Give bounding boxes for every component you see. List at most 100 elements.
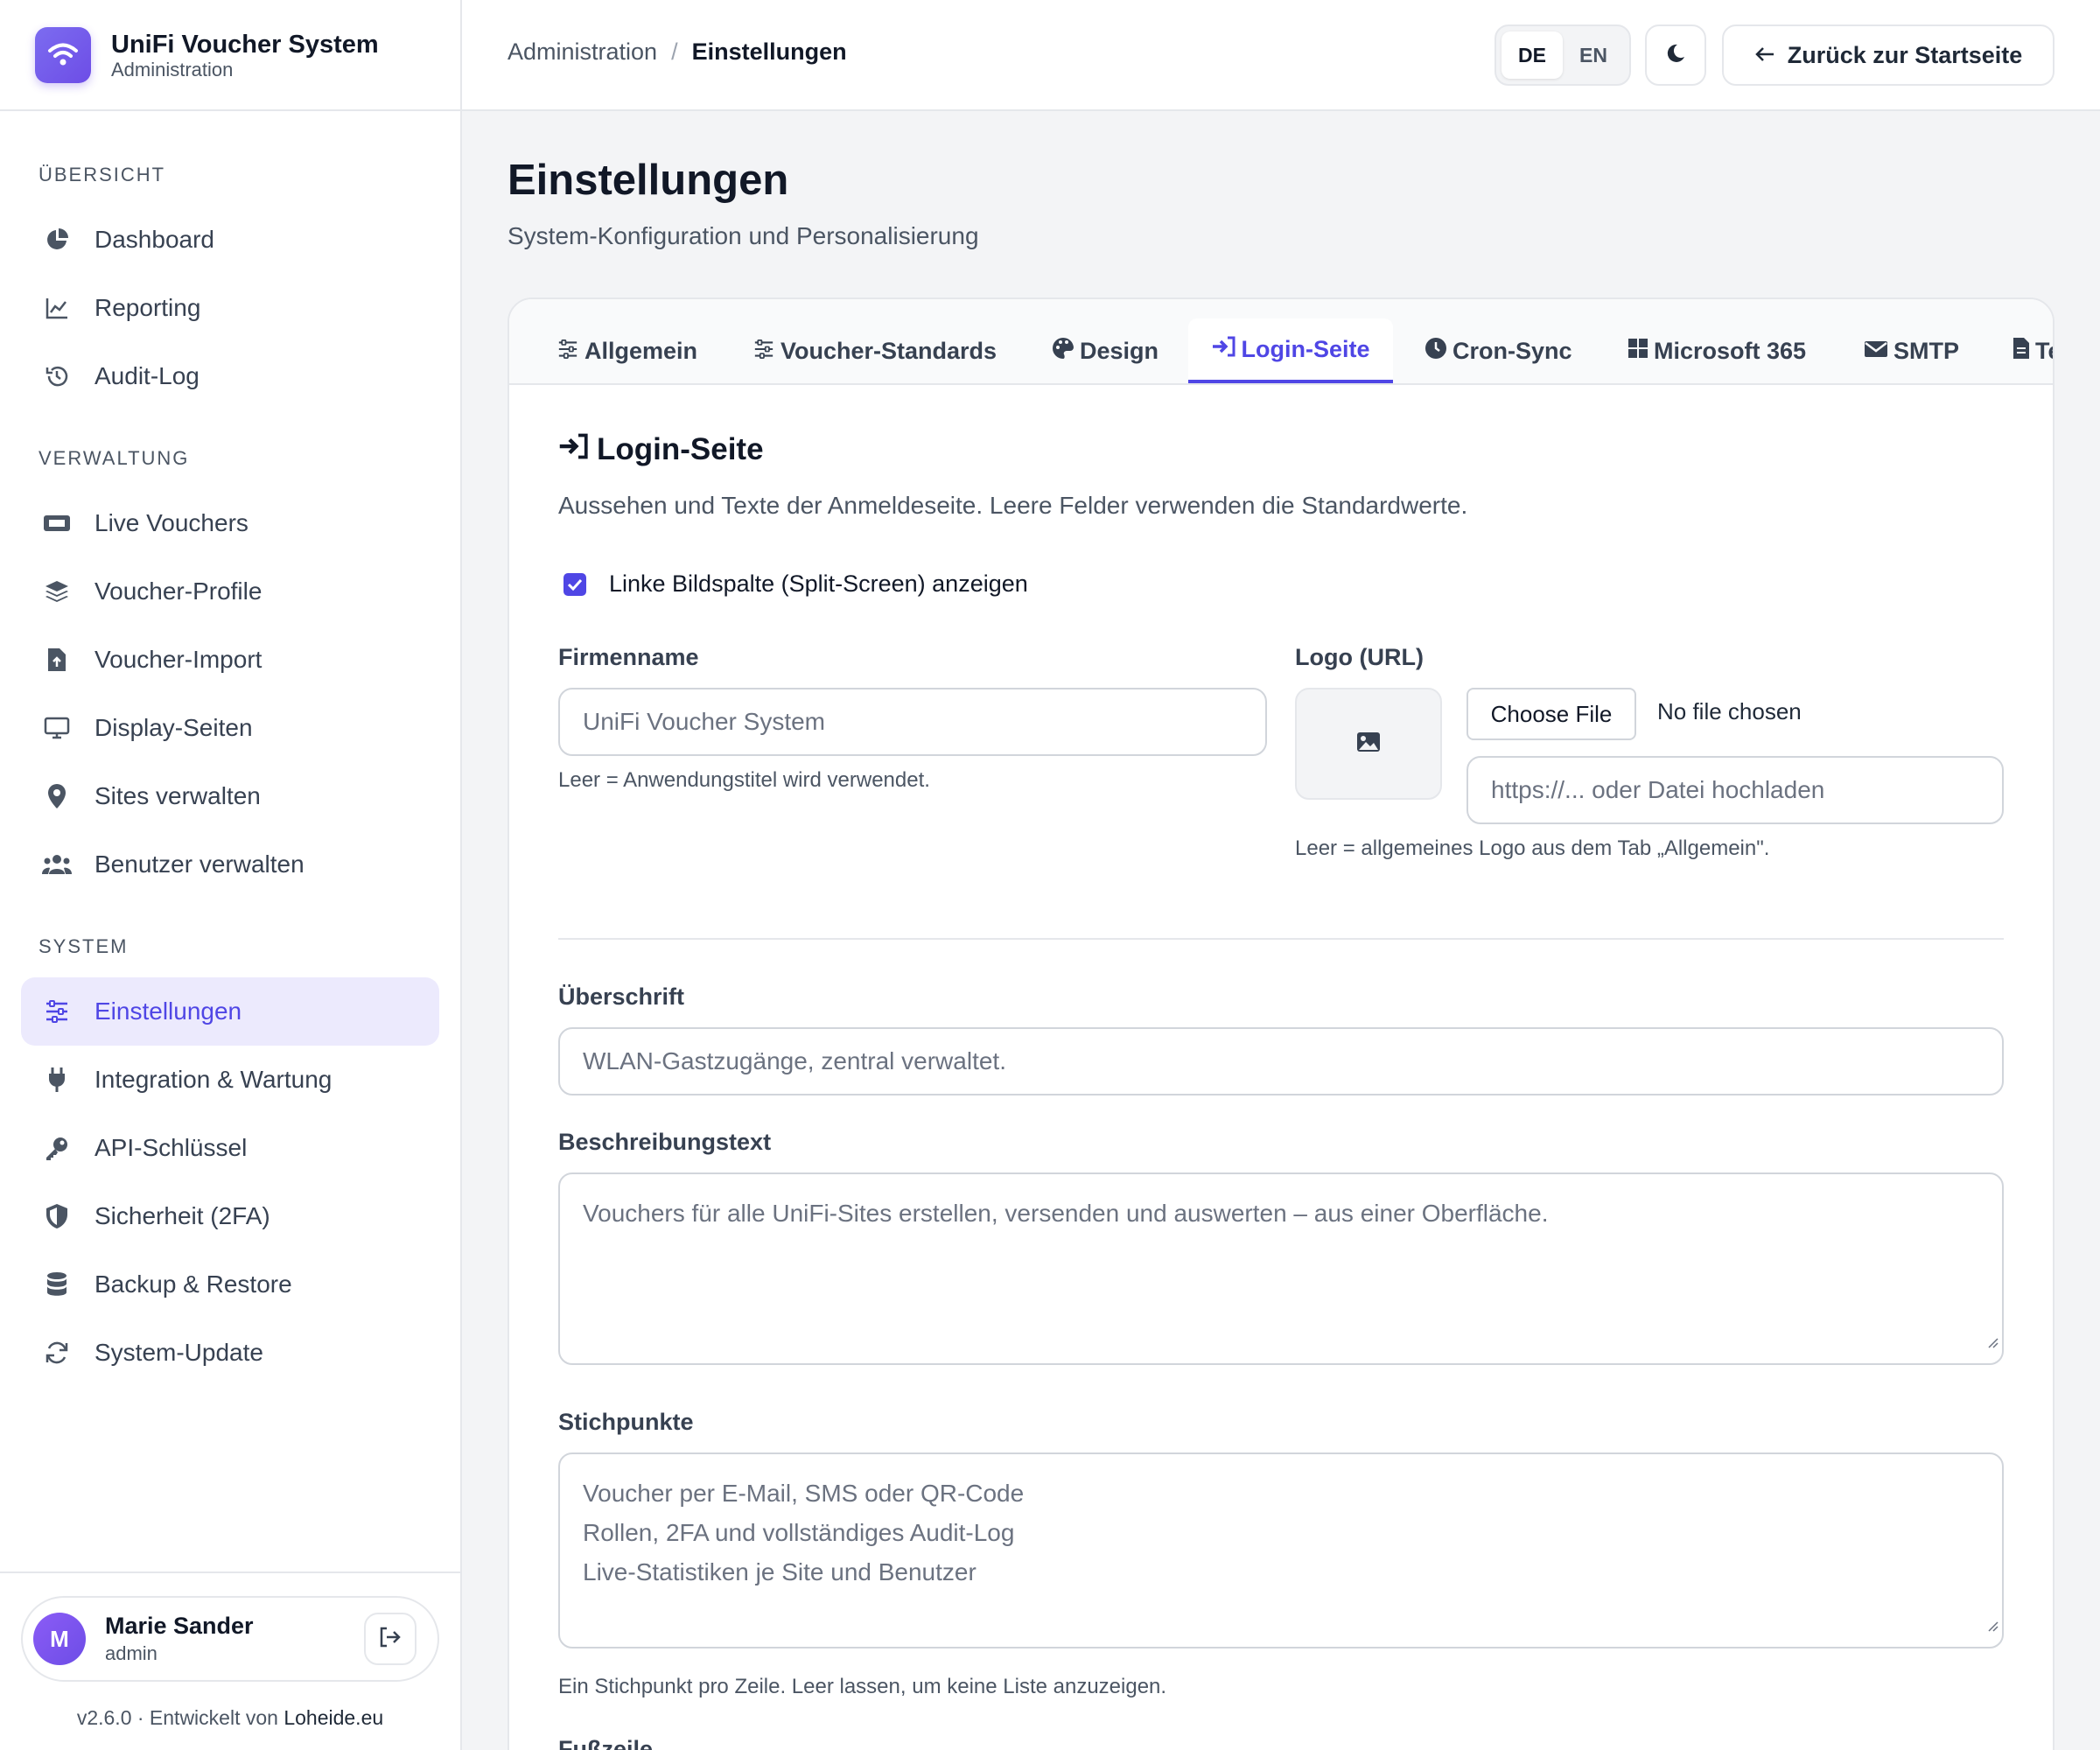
settings-card: Allgemein Voucher-Standards Design Login… xyxy=(508,298,2054,1750)
language-switcher: DE EN xyxy=(1494,24,1631,86)
tab-smtp[interactable]: SMTP xyxy=(1864,318,1959,383)
logout-button[interactable] xyxy=(364,1613,416,1665)
section-title: Login-Seite xyxy=(558,432,764,467)
sliders-icon xyxy=(556,338,584,365)
sidebar-item-label: Benutzer verwalten xyxy=(94,850,304,878)
nav-section-title: VERWALTUNG xyxy=(38,447,190,469)
developer-link[interactable]: Loheide.eu xyxy=(284,1706,383,1729)
logout-icon xyxy=(379,1627,402,1652)
shield-icon xyxy=(42,1201,72,1231)
sidebar-item-label: Sites verwalten xyxy=(94,782,261,809)
sidebar-item-system-update[interactable]: System-Update xyxy=(21,1319,439,1387)
sidebar-item-users[interactable]: Benutzer verwalten xyxy=(21,830,439,899)
file-status: No file chosen xyxy=(1657,698,1802,724)
language-en-button[interactable]: EN xyxy=(1563,32,1624,79)
resize-handle-icon[interactable] xyxy=(1986,1320,1998,1360)
version-line: v2.6.0 · Entwickelt von Loheide.eu xyxy=(0,1706,460,1730)
tab-design[interactable]: Design xyxy=(1052,318,1158,383)
file-icon xyxy=(2012,337,2035,366)
back-to-home-button[interactable]: Zurück zur Startseite xyxy=(1722,24,2054,86)
sliders-icon xyxy=(752,338,780,365)
map-pin-icon xyxy=(42,781,72,811)
tab-login-seite[interactable]: Login-Seite xyxy=(1188,318,1393,383)
tab-voucher-standards[interactable]: Voucher-Standards xyxy=(752,318,997,383)
key-icon xyxy=(42,1133,72,1163)
sidebar-item-label: Live Vouchers xyxy=(94,509,248,536)
tab-label: Microsoft 365 xyxy=(1654,337,1807,364)
sidebar-item-label: Integration & Wartung xyxy=(94,1066,332,1093)
sidebar-nav: ÜBERSICHT Dashboard Reporting Audit-Log … xyxy=(0,111,460,1387)
sidebar-item-einstellungen[interactable]: Einstellungen xyxy=(21,977,439,1046)
sign-in-icon xyxy=(1212,336,1242,363)
wifi-icon xyxy=(35,26,91,83)
sidebar-item-voucher-import[interactable]: Voucher-Import xyxy=(21,626,439,694)
sidebar-item-security[interactable]: Sicherheit (2FA) xyxy=(21,1182,439,1250)
back-button-label: Zurück zur Startseite xyxy=(1787,41,2023,68)
section-title-text: Login-Seite xyxy=(597,432,764,466)
sidebar-item-voucher-profile[interactable]: Voucher-Profile xyxy=(21,557,439,626)
split-screen-option[interactable]: Linke Bildspalte (Split-Screen) anzeigen xyxy=(564,570,1028,598)
breadcrumb: Administration / Einstellungen xyxy=(508,38,847,66)
nav-section-title: ÜBERSICHT xyxy=(38,164,166,186)
brand-subtitle: Administration xyxy=(111,58,234,80)
sidebar-item-dashboard[interactable]: Dashboard xyxy=(21,206,439,274)
bullet-line: Voucher per E-Mail, SMS oder QR-Code xyxy=(583,1480,1025,1507)
clock-icon xyxy=(1424,337,1452,366)
sidebar-item-live-vouchers[interactable]: Live Vouchers xyxy=(21,489,439,557)
monitor-icon xyxy=(42,713,72,743)
sidebar-item-label: System-Update xyxy=(94,1339,263,1366)
bullet-line: Live-Statistiken je Site und Benutzer xyxy=(583,1558,976,1586)
sidebar-item-reporting[interactable]: Reporting xyxy=(21,274,439,342)
description-label: Beschreibungstext xyxy=(558,1129,772,1155)
version-text: v2.6.0 · Entwickelt von xyxy=(76,1706,278,1729)
user-area: M Marie Sander admin v2.6.0 · Entwickelt… xyxy=(0,1572,460,1750)
sidebar-item-api-keys[interactable]: API-Schlüssel xyxy=(21,1114,439,1182)
divider xyxy=(558,938,2004,940)
plug-icon xyxy=(42,1065,72,1095)
logo-url-input[interactable]: https://... oder Datei hochladen xyxy=(1466,756,2004,824)
sliders-icon xyxy=(42,997,72,1026)
file-upload-icon xyxy=(42,645,72,675)
breadcrumb-current: Einstellungen xyxy=(691,38,847,65)
tab-label: Cron-Sync xyxy=(1452,337,1572,364)
tab-label: Voucher-Standards xyxy=(780,337,998,364)
heading-input[interactable]: WLAN-Gastzugänge, zentral verwaltet. xyxy=(558,1027,2004,1096)
user-name: Marie Sander xyxy=(105,1613,254,1639)
choose-file-button[interactable]: Choose File xyxy=(1466,688,1636,740)
history-icon xyxy=(42,361,72,391)
tab-label: SMTP xyxy=(1894,337,1960,364)
pie-chart-icon xyxy=(42,225,72,255)
sidebar-item-backup[interactable]: Backup & Restore xyxy=(21,1250,439,1319)
topbar: Administration / Einstellungen DE EN Zurüc… xyxy=(462,0,2100,111)
sidebar-item-display-seiten[interactable]: Display-Seiten xyxy=(21,694,439,762)
heading-label: Überschrift xyxy=(558,984,685,1010)
sidebar-item-label: Sicherheit (2FA) xyxy=(94,1202,270,1229)
bullets-label: Stichpunkte xyxy=(558,1409,694,1435)
tab-label: Allgemein xyxy=(584,337,698,364)
tab-label: Te xyxy=(2035,337,2053,364)
bullets-textarea[interactable]: Voucher per E-Mail, SMS oder QR-Code Rol… xyxy=(558,1452,2004,1648)
language-de-button[interactable]: DE xyxy=(1502,32,1563,79)
company-name-input[interactable]: UniFi Voucher System xyxy=(558,688,1267,756)
line-chart-icon xyxy=(42,293,72,323)
logo-url-label: Logo (URL) xyxy=(1295,644,1424,670)
tab-te[interactable]: Te xyxy=(2012,318,2053,383)
sidebar-item-label: Audit-Log xyxy=(94,362,200,389)
page-subtitle: System-Konfiguration und Personalisierun… xyxy=(508,222,979,249)
image-icon xyxy=(1356,732,1381,757)
bullets-hint: Ein Stichpunkt pro Zeile. Leer lassen, u… xyxy=(558,1675,1167,1698)
tab-allgemein[interactable]: Allgemein xyxy=(556,318,697,383)
resize-handle-icon[interactable] xyxy=(1986,1604,1998,1643)
tab-cron-sync[interactable]: Cron-Sync xyxy=(1424,318,1572,383)
tab-microsoft-365[interactable]: Microsoft 365 xyxy=(1628,318,1806,383)
sidebar-item-label: Dashboard xyxy=(94,226,214,253)
sidebar-item-integration[interactable]: Integration & Wartung xyxy=(21,1046,439,1114)
settings-tabs: Allgemein Voucher-Standards Design Login… xyxy=(509,299,2053,385)
user-card: M Marie Sander admin xyxy=(21,1596,439,1682)
description-textarea[interactable]: Vouchers für alle UniFi-Sites erstellen,… xyxy=(558,1172,2004,1365)
split-screen-checkbox[interactable] xyxy=(564,572,586,596)
breadcrumb-parent[interactable]: Administration xyxy=(508,38,657,65)
theme-toggle-button[interactable] xyxy=(1645,24,1706,86)
sidebar-item-sites[interactable]: Sites verwalten xyxy=(21,762,439,830)
sidebar-item-audit-log[interactable]: Audit-Log xyxy=(21,342,439,410)
